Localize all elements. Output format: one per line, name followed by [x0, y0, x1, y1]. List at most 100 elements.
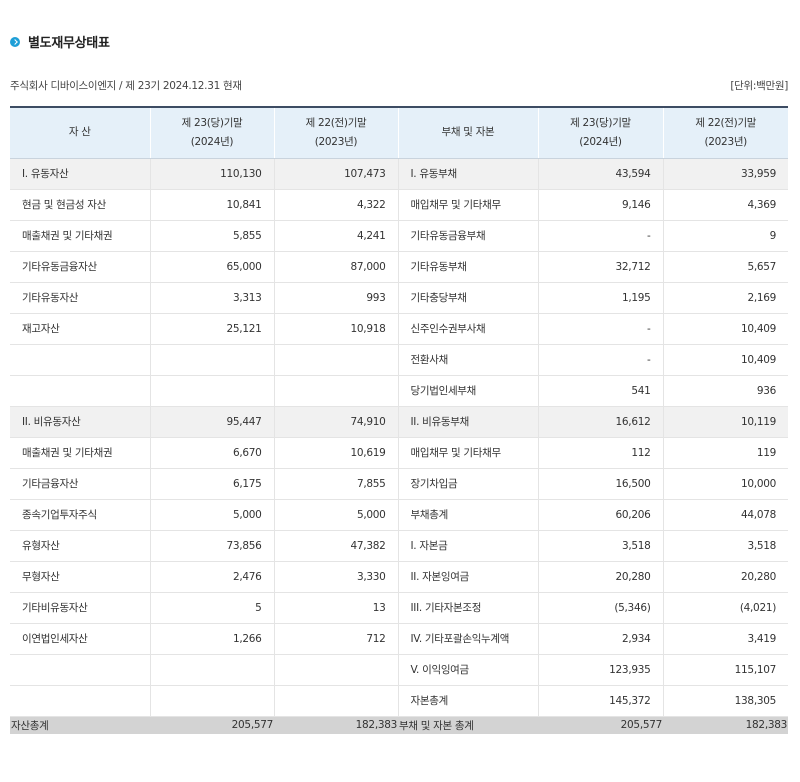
liab-prior: 5,657 — [663, 251, 788, 283]
table-row: 매출채권 및 기타채권 6,670 10,619 매입채무 및 기타채무 112 119 — [10, 437, 788, 469]
total-assets-prior: 182,383 — [274, 716, 398, 734]
asset-current: 10,841 — [150, 189, 275, 221]
liab-current: 123,935 — [538, 654, 664, 686]
table-row: 기타유동금융자산 65,000 87,000 기타유동부채 32,712 5,657 — [10, 251, 788, 283]
table-row: 기타금융자산 6,175 7,855 장기차입금 16,500 10,000 — [10, 468, 788, 500]
asset-prior: 3,330 — [274, 561, 399, 593]
liab-label: V. 이익잉여금 — [398, 654, 539, 686]
asset-label: 이연법인세자산 — [10, 623, 151, 655]
asset-current — [150, 344, 275, 376]
total-liab-equity-current: 205,577 — [538, 716, 663, 734]
liab-label: 신주인수권부사채 — [398, 313, 539, 345]
table-row: II. 비유동자산 95,447 74,910 II. 비유동부채 16,612 10,1… — [10, 406, 788, 438]
asset-label: I. 유동자산 — [10, 158, 151, 190]
header-liabilities-equity: 부채 및 자본 — [398, 106, 539, 159]
asset-current: 110,130 — [150, 158, 275, 190]
asset-label: 종속기업투자주식 — [10, 499, 151, 531]
section-title: 별도재무상태표 — [10, 32, 110, 51]
table-row: 무형자산 2,476 3,330 II. 자본잉여금 20,280 20,280 — [10, 561, 788, 593]
liab-prior: 119 — [663, 437, 788, 469]
liab-label: 기타충당부채 — [398, 282, 539, 314]
table-row: I. 유동자산 110,130 107,473 I. 유동부채 43,594 33,959 — [10, 158, 788, 190]
liab-prior: 2,169 — [663, 282, 788, 314]
asset-current: 73,856 — [150, 530, 275, 562]
asset-current — [150, 685, 275, 717]
asset-current: 5,855 — [150, 220, 275, 252]
total-liab-equity-prior: 182,383 — [663, 716, 788, 734]
liab-prior: 44,078 — [663, 499, 788, 531]
header-liab-prior: 제 22(전)기말 (2023년) — [663, 106, 788, 159]
liab-prior: 10,409 — [663, 344, 788, 376]
asset-label: II. 비유동자산 — [10, 406, 151, 438]
asset-prior: 4,241 — [274, 220, 399, 252]
liab-prior: 10,000 — [663, 468, 788, 500]
liab-label: 전환사채 — [398, 344, 539, 376]
liab-prior: 138,305 — [663, 685, 788, 717]
asset-prior — [274, 654, 399, 686]
table-row: 기타유동자산 3,313 993 기타충당부채 1,195 2,169 — [10, 282, 788, 314]
liab-prior: 10,409 — [663, 313, 788, 345]
asset-current — [150, 654, 275, 686]
asset-label — [10, 344, 151, 376]
liab-prior: 20,280 — [663, 561, 788, 593]
table-row: 재고자산 25,121 10,918 신주인수권부사채 -10,409 — [10, 313, 788, 345]
liab-current: 541 — [538, 375, 664, 407]
asset-label: 매출채권 및 기타채권 — [10, 220, 151, 252]
liab-prior: 3,518 — [663, 530, 788, 562]
liab-label: II. 비유동부채 — [398, 406, 539, 438]
liab-prior: 4,369 — [663, 189, 788, 221]
asset-current: 65,000 — [150, 251, 275, 283]
liab-current: 112 — [538, 437, 664, 469]
asset-label: 기타비유동자산 — [10, 592, 151, 624]
asset-current: 5,000 — [150, 499, 275, 531]
table-row: 당기법인세부채 541 936 — [10, 375, 788, 407]
liab-current: 2,934 — [538, 623, 664, 655]
asset-current: 2,476 — [150, 561, 275, 593]
header-assets-current: 제 23(당)기말 (2024년) — [150, 106, 275, 159]
liab-current: (5,346) — [538, 592, 664, 624]
liab-label: 매입채무 및 기타채무 — [398, 189, 539, 221]
asset-label: 무형자산 — [10, 561, 151, 593]
asset-label: 기타금융자산 — [10, 468, 151, 500]
header-assets: 자 산 — [10, 106, 151, 159]
liab-label: 기타유동금융부채 — [398, 220, 539, 252]
liab-current: 3,518 — [538, 530, 664, 562]
info-row: 주식회사 디바이스이엔지 / 제 23기 2024.12.31 현재 [단위:백… — [10, 78, 788, 93]
asset-label — [10, 375, 151, 407]
asset-prior: 7,855 — [274, 468, 399, 500]
liab-current: 60,206 — [538, 499, 664, 531]
asset-label: 매출채권 및 기타채권 — [10, 437, 151, 469]
asset-current: 1,266 — [150, 623, 275, 655]
table-header-row: 자 산 제 23(당)기말 (2024년) 제 22(전)기말 (2023년) 부채… — [10, 106, 788, 159]
header-assets-prior: 제 22(전)기말 (2023년) — [274, 106, 399, 159]
asset-current: 6,175 — [150, 468, 275, 500]
asset-label: 기타유동금융자산 — [10, 251, 151, 283]
asset-label: 재고자산 — [10, 313, 151, 345]
liab-label: I. 유동부채 — [398, 158, 539, 190]
asset-prior: 47,382 — [274, 530, 399, 562]
asset-label — [10, 654, 151, 686]
liab-current: 9,146 — [538, 189, 664, 221]
asset-prior: 10,918 — [274, 313, 399, 345]
asset-label: 기타유동자산 — [10, 282, 151, 314]
asset-prior: 10,619 — [274, 437, 399, 469]
liab-label: 자본총계 — [398, 685, 539, 717]
total-row: 자산총계 205,577 182,383 부채 및 자본 총계 205,577 … — [10, 716, 788, 734]
table-row: 유형자산 73,856 47,382 I. 자본금 3,518 3,518 — [10, 530, 788, 562]
asset-current — [150, 375, 275, 407]
asset-prior — [274, 685, 399, 717]
asset-current: 3,313 — [150, 282, 275, 314]
liab-current: - — [538, 313, 664, 345]
balance-sheet-table: 자 산 제 23(당)기말 (2024년) 제 22(전)기말 (2023년) 부채… — [10, 106, 788, 734]
asset-current: 6,670 — [150, 437, 275, 469]
liab-label: 기타유동부채 — [398, 251, 539, 283]
liab-label: III. 기타자본조정 — [398, 592, 539, 624]
liab-label: 당기법인세부채 — [398, 375, 539, 407]
total-liab-equity-label: 부채 및 자본 총계 — [398, 716, 538, 734]
asset-prior: 13 — [274, 592, 399, 624]
liab-current: 43,594 — [538, 158, 664, 190]
asset-prior: 712 — [274, 623, 399, 655]
asset-prior: 4,322 — [274, 189, 399, 221]
liab-current: 16,500 — [538, 468, 664, 500]
asset-prior — [274, 344, 399, 376]
